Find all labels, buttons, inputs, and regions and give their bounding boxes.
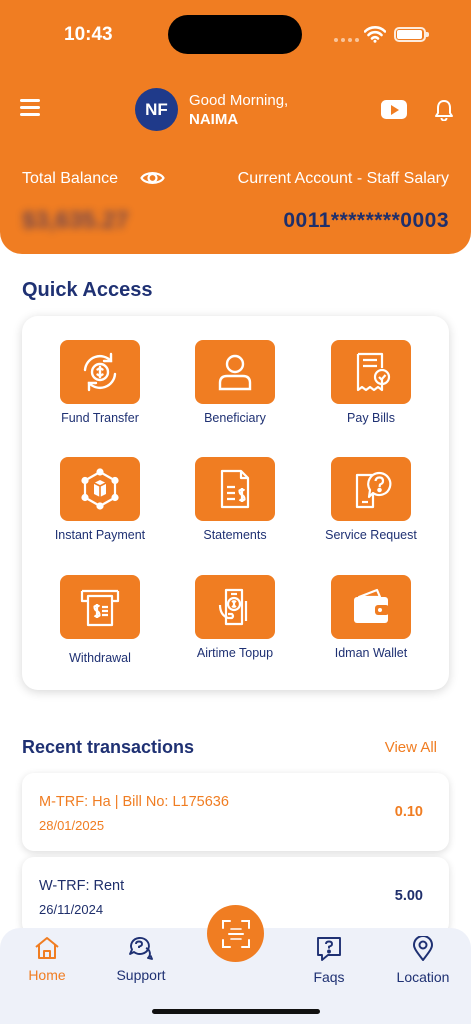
nav-home[interactable]: Home (2, 936, 92, 983)
nav-location[interactable]: Location (378, 935, 468, 985)
transaction-amount: 5.00 (394, 888, 423, 904)
airtime-topup-button[interactable]: Airtime Topup (170, 575, 300, 660)
withdrawal-label: Withdrawal (69, 651, 131, 665)
withdrawal-button[interactable]: Withdrawal (35, 575, 165, 665)
service-request-icon (355, 471, 392, 509)
menu-button[interactable] (20, 99, 42, 119)
home-indicator (152, 1009, 320, 1014)
idman-wallet-button[interactable]: Idman Wallet (306, 575, 436, 660)
service-request-label: Service Request (325, 528, 417, 542)
instant-payment-icon (81, 468, 119, 510)
qr-scan-button[interactable] (207, 905, 264, 962)
transaction-date: 28/01/2025 (39, 818, 105, 833)
withdrawal-icon (80, 589, 120, 627)
total-balance-label: Total Balance (22, 170, 119, 187)
beneficiary-button[interactable]: Beneficiary (170, 340, 300, 425)
nav-faqs[interactable]: Faqs (284, 936, 374, 985)
home-icon (35, 937, 59, 959)
signal-icon (334, 38, 359, 42)
scan-icon (221, 919, 250, 948)
battery-icon (394, 27, 429, 42)
eye-icon[interactable] (140, 167, 165, 189)
statement-icon (220, 469, 250, 509)
support-chat-icon (129, 937, 153, 960)
avatar[interactable]: NF (135, 88, 178, 131)
faq-icon (317, 937, 341, 961)
header: 10:43 NF Good Morning, NAIMA Total Balan… (0, 0, 471, 254)
recent-transactions-title: Recent transactions (22, 737, 195, 757)
transaction-title: M-TRF: Ha | Bill No: L175636 (39, 794, 229, 810)
nav-location-label: Location (396, 969, 450, 985)
nav-home-label: Home (28, 967, 66, 983)
statements-label: Statements (203, 528, 267, 542)
balance-value: $3,635.27 (22, 207, 129, 234)
person-icon (218, 354, 252, 391)
youtube-icon[interactable] (381, 100, 407, 119)
fund-transfer-button[interactable]: Fund Transfer (35, 340, 165, 425)
bell-icon[interactable] (434, 99, 454, 121)
airtime-topup-icon (218, 588, 248, 626)
pay-bills-label: Pay Bills (347, 411, 395, 425)
statements-button[interactable]: Statements (170, 457, 300, 542)
idman-wallet-label: Idman Wallet (334, 646, 408, 660)
airtime-topup-label: Airtime Topup (196, 646, 274, 660)
transaction-item[interactable]: M-TRF: Ha | Bill No: L175636 28/01/2025 … (22, 773, 449, 851)
nav-faqs-label: Faqs (313, 969, 345, 985)
transaction-title: W-TRF: Rent (39, 878, 125, 894)
wifi-icon (364, 26, 386, 43)
service-request-button[interactable]: Service Request (306, 457, 436, 542)
transaction-date: 26/11/2024 (39, 902, 104, 917)
nav-support-label: Support (116, 967, 166, 983)
status-time: 10:43 (64, 24, 113, 45)
beneficiary-label: Beneficiary (204, 411, 266, 425)
instant-payment-button[interactable]: Instant Payment (35, 457, 165, 542)
fund-transfer-label: Fund Transfer (61, 411, 139, 425)
wallet-icon (354, 588, 389, 623)
view-all-link[interactable]: View All (385, 739, 437, 756)
dynamic-island (168, 15, 302, 54)
bill-icon (356, 352, 391, 392)
nav-support[interactable]: Support (96, 936, 186, 983)
pay-bills-button[interactable]: Pay Bills (306, 340, 436, 425)
greeting-text: Good Morning, (189, 92, 289, 109)
account-name[interactable]: Current Account - Staff Salary (238, 170, 449, 188)
transaction-amount: 0.10 (394, 804, 423, 820)
location-pin-icon (413, 935, 433, 961)
quick-access-card: Fund Transfer Beneficiary Pay Bills Inst… (22, 316, 449, 690)
fund-transfer-icon (83, 352, 117, 392)
account-number: 0011********0003 (283, 209, 449, 232)
quick-access-title: Quick Access (22, 279, 153, 301)
user-name: NAIMA (189, 111, 239, 128)
instant-payment-label: Instant Payment (54, 528, 146, 542)
